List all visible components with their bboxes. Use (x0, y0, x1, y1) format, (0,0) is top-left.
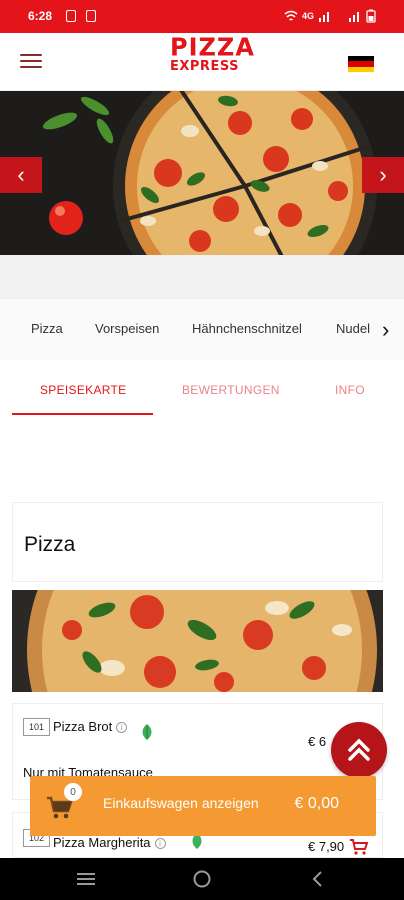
signal-icon (349, 12, 359, 22)
spacer-band (0, 255, 404, 298)
item-price: € 7,90 (308, 839, 345, 854)
category-bar: Pizza Vorspeisen Hähnchenschnitzel Nudel… (0, 298, 404, 360)
hamburger-menu-icon[interactable] (20, 54, 42, 70)
home-icon (193, 870, 211, 888)
item-name: Pizza Brot i (53, 719, 128, 734)
tab-bar: SPEISEKARTE BEWERTUNGEN INFO (0, 360, 404, 416)
category-nudel[interactable]: Nudel (336, 321, 370, 336)
notification-icon (86, 10, 96, 22)
network-type: 4G (302, 11, 315, 21)
tab-bewertungen[interactable]: BEWERTUNGEN (182, 383, 280, 397)
carousel-prev-button[interactable]: ‹ (0, 157, 42, 193)
logo-text-express: EXPRESS (170, 59, 239, 74)
hero-carousel[interactable]: ‹ › (0, 91, 404, 255)
notification-icon (66, 10, 76, 22)
view-cart-button[interactable]: 0 Einkaufswagen anzeigen € 0,00 (30, 776, 376, 836)
pizza-hero-image (0, 91, 404, 255)
recent-apps-button[interactable] (56, 858, 116, 900)
brand-logo[interactable]: PIZZA EXPRESS (170, 32, 255, 74)
home-button[interactable] (172, 858, 232, 900)
system-navigation-bar (0, 858, 404, 900)
info-icon[interactable]: i (116, 722, 128, 734)
app-header: PIZZA EXPRESS (0, 33, 404, 91)
battery-icon (366, 9, 376, 23)
category-vorspeisen[interactable]: Vorspeisen (95, 321, 159, 336)
info-icon[interactable]: i (154, 838, 166, 850)
wifi-icon (284, 10, 298, 21)
cart-count-badge: 0 (64, 783, 82, 801)
section-title: Pizza (24, 533, 76, 556)
section-banner-image (12, 590, 383, 692)
chevron-right-icon[interactable]: › (382, 317, 389, 343)
scroll-to-top-button[interactable] (331, 722, 387, 778)
carousel-next-button[interactable]: › (362, 157, 404, 193)
category-pizza[interactable]: Pizza (31, 321, 63, 336)
tab-info[interactable]: INFO (335, 383, 365, 397)
vegetarian-leaf-icon (142, 724, 152, 740)
signal-icon (319, 12, 329, 22)
back-button[interactable] (288, 858, 348, 900)
germany-flag-icon[interactable] (348, 56, 374, 72)
category-haehnchenschnitzel[interactable]: Hähnchenschnitzel (192, 321, 302, 336)
add-to-cart-icon[interactable] (349, 839, 369, 855)
active-tab-indicator (12, 413, 153, 415)
status-time: 6:28 (28, 9, 53, 23)
cart-total: € 0,00 (294, 795, 339, 812)
item-name-text: Pizza Margherita (53, 835, 151, 850)
item-number-badge: 101 (23, 718, 50, 736)
logo-text-pizza: PIZZA (170, 32, 255, 62)
item-name-text: Pizza Brot (53, 719, 113, 734)
back-icon (312, 871, 322, 887)
item-name: Pizza Margherita i (53, 835, 166, 850)
recent-apps-icon (77, 873, 95, 885)
chevron-right-icon: › (379, 162, 387, 187)
cart-label: Einkaufswagen anzeigen (103, 795, 259, 811)
item-price: € 6 (308, 734, 327, 749)
chevron-left-icon: ‹ (17, 162, 25, 187)
double-chevron-up-icon (348, 738, 370, 761)
status-bar: 6:28 4G (0, 0, 404, 33)
tab-speisekarte[interactable]: SPEISEKARTE (40, 383, 126, 397)
menu-section-header: Pizza (12, 502, 383, 582)
